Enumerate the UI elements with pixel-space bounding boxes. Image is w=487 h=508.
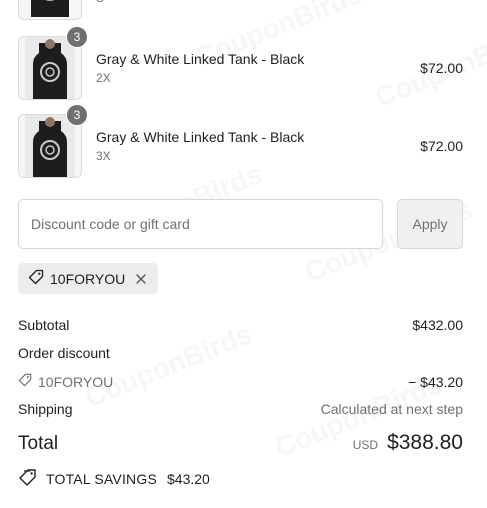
currency-code: USD [352, 438, 379, 452]
savings-tag-icon [18, 468, 38, 489]
tank-top-image [31, 0, 69, 17]
discount-code: 10FORYOU [38, 373, 114, 390]
order-discount-label: Order discount [18, 345, 110, 361]
item-price: $72.00 [420, 60, 463, 76]
discount-code-label: 10FORYOU [50, 270, 126, 287]
total-amount: $388.80 [387, 431, 463, 454]
applied-discount-chip: 10FORYOU [18, 263, 158, 294]
product-thumbnail [18, 0, 82, 20]
tank-top-image [25, 37, 75, 99]
quantity-badge: 3 [66, 104, 88, 126]
tag-icon [28, 269, 44, 288]
order-discount-row: Order discount [18, 345, 463, 361]
item-name: Gray & White Linked Tank - Black [96, 51, 305, 67]
line-item: S [18, 0, 463, 20]
close-icon[interactable] [134, 272, 148, 286]
subtotal-row: Subtotal $432.00 [18, 317, 463, 333]
shipping-label: Shipping [18, 401, 73, 417]
item-price: $72.00 [420, 138, 463, 154]
quantity-badge: 3 [66, 26, 88, 48]
total-label: Total [18, 433, 59, 454]
line-item: 3 Gray & White Linked Tank - Black 2X $7… [18, 26, 463, 100]
total-savings: TOTAL SAVINGS $43.20 [18, 468, 210, 489]
shipping-value: Calculated at next step [320, 401, 463, 417]
apply-button[interactable]: Apply [397, 199, 463, 249]
line-item: 3 Gray & White Linked Tank - Black 3X $7… [18, 104, 463, 178]
item-variant: 2X [96, 71, 111, 85]
subtotal-value: $432.00 [412, 317, 463, 333]
shipping-row: Shipping Calculated at next step [18, 401, 463, 417]
savings-label: TOTAL SAVINGS [46, 470, 157, 487]
total-row: Total USD $388.80 [18, 431, 463, 455]
subtotal-label: Subtotal [18, 317, 70, 333]
item-variant: S [96, 0, 104, 5]
tag-icon [18, 373, 32, 390]
item-name: Gray & White Linked Tank - Black [96, 129, 305, 145]
tank-top-image [25, 115, 75, 177]
discount-code-input[interactable] [18, 199, 383, 249]
discount-code-row: 10FORYOU − $43.20 [18, 373, 463, 390]
savings-amount: $43.20 [167, 470, 210, 487]
item-variant: 3X [96, 149, 111, 163]
discount-value: − $43.20 [408, 374, 463, 390]
